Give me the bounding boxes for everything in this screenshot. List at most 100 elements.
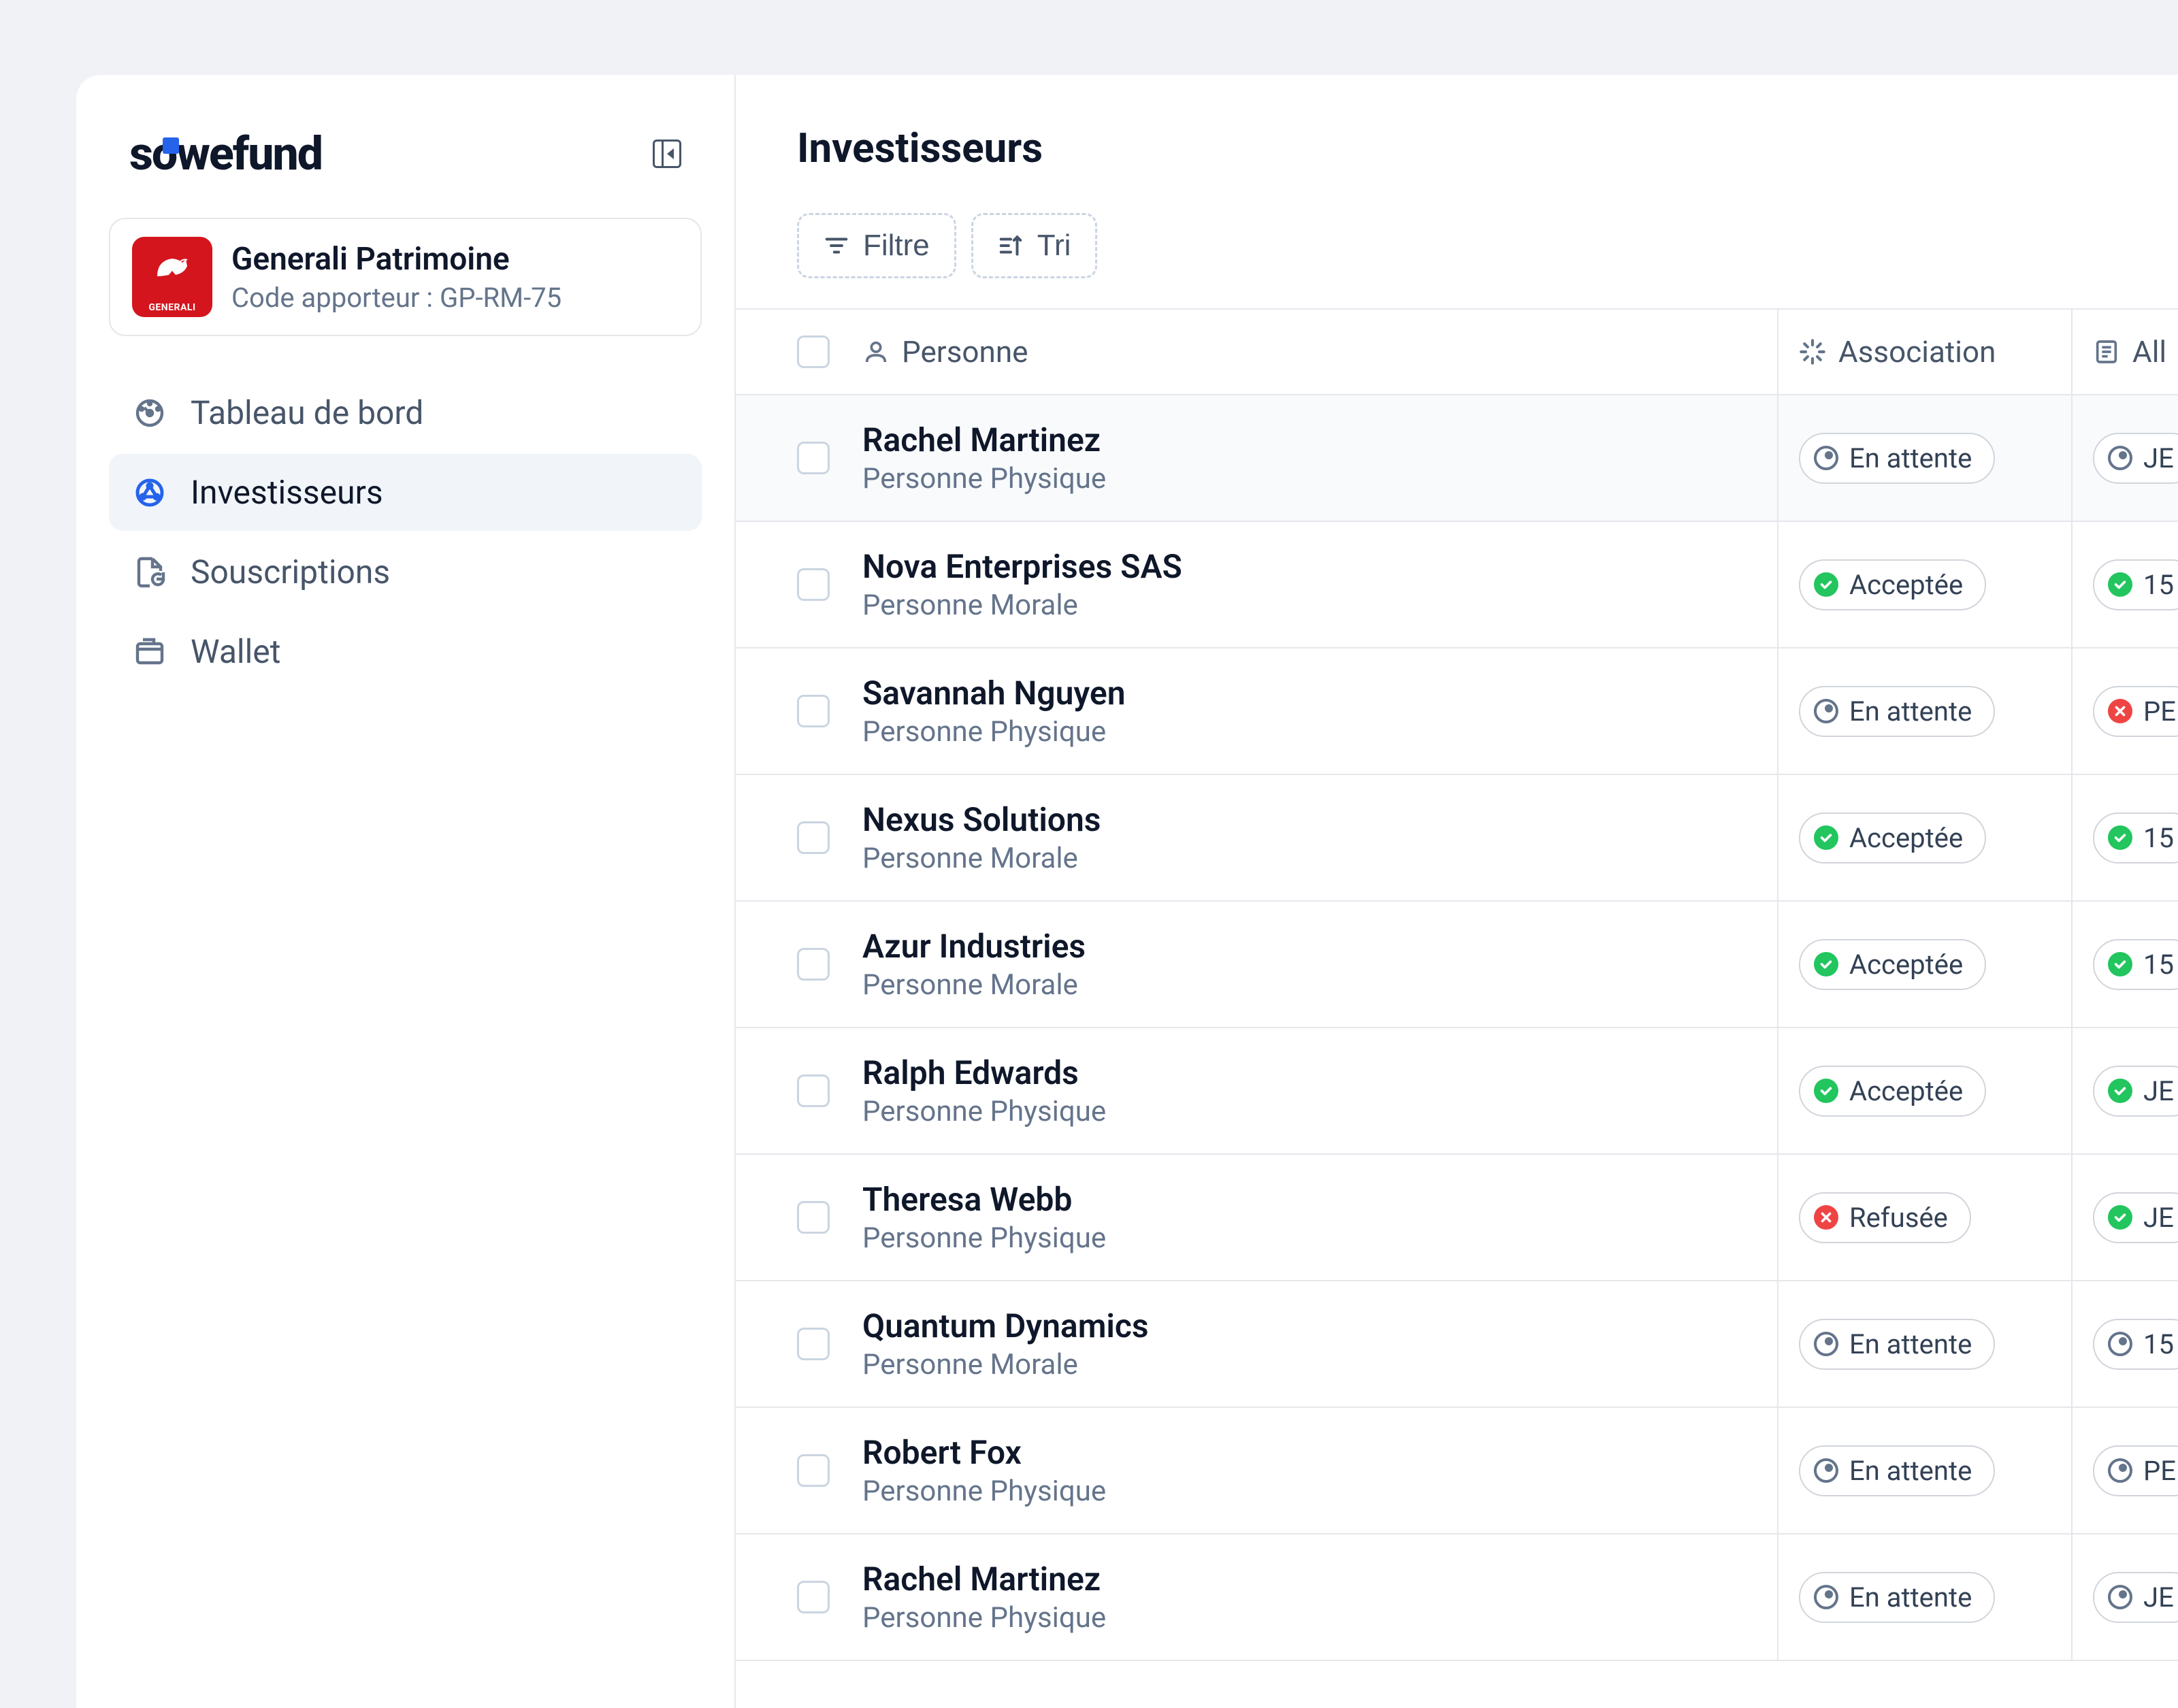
allocation-status-pill: JE bbox=[2093, 1066, 2178, 1117]
row-checkbox[interactable] bbox=[797, 442, 830, 474]
sidebar-item-label: Souscriptions bbox=[191, 553, 390, 591]
table-row[interactable]: Azur Industries Personne Morale Acceptée… bbox=[736, 902, 2178, 1028]
check-circle-icon bbox=[2108, 952, 2132, 976]
row-checkbox[interactable] bbox=[797, 948, 830, 981]
collapse-sidebar-icon[interactable] bbox=[653, 139, 681, 168]
allocation-label: 15 bbox=[2143, 569, 2174, 601]
table-row[interactable]: Savannah Nguyen Personne Physique En att… bbox=[736, 648, 2178, 775]
gauge-icon bbox=[133, 397, 166, 429]
person-type: Personne Physique bbox=[862, 1221, 1106, 1255]
association-status-label: Acceptée bbox=[1849, 1075, 1963, 1107]
network-icon bbox=[133, 476, 166, 509]
person-type: Personne Physique bbox=[862, 1475, 1106, 1508]
check-circle-icon bbox=[2108, 825, 2132, 850]
filter-icon bbox=[824, 233, 849, 259]
allocation-status-pill: PE bbox=[2093, 1445, 2178, 1496]
allocation-status-pill: 15 bbox=[2093, 939, 2178, 990]
app-logo[interactable]: sowefund bbox=[129, 127, 322, 181]
row-checkbox[interactable] bbox=[797, 1581, 830, 1613]
sidebar-item-investisseurs[interactable]: Investisseurs bbox=[109, 454, 702, 531]
person-type: Personne Morale bbox=[862, 1348, 1149, 1381]
row-checkbox[interactable] bbox=[797, 1201, 830, 1234]
person-type: Personne Physique bbox=[862, 715, 1126, 749]
association-status-pill: En attente bbox=[1799, 433, 1995, 484]
person-name: Nova Enterprises SAS bbox=[862, 547, 1182, 586]
association-status-label: Acceptée bbox=[1849, 569, 1963, 601]
org-logo-text: GENERALI bbox=[148, 302, 195, 313]
association-icon bbox=[1799, 338, 1826, 365]
person-icon bbox=[862, 338, 890, 365]
select-all-checkbox[interactable] bbox=[797, 335, 830, 368]
sidebar: sowefund GENERALI Generali Patrimoine bbox=[76, 75, 736, 1708]
association-status-label: En attente bbox=[1849, 1455, 1972, 1487]
person-type: Personne Physique bbox=[862, 1601, 1106, 1635]
wallet-icon bbox=[133, 636, 166, 668]
sidebar-item-label: Wallet bbox=[191, 632, 280, 671]
row-checkbox[interactable] bbox=[797, 821, 830, 854]
sidebar-item-label: Investisseurs bbox=[191, 473, 383, 512]
col-person-label: Personne bbox=[902, 334, 1028, 369]
org-name: Generali Patrimoine bbox=[231, 241, 562, 278]
allocation-status-pill: 15 bbox=[2093, 812, 2178, 864]
table-row[interactable]: Robert Fox Personne Physique En attente … bbox=[736, 1408, 2178, 1534]
association-status-label: Refusée bbox=[1849, 1202, 1948, 1234]
person-type: Personne Physique bbox=[862, 1095, 1106, 1128]
table-row[interactable]: Nova Enterprises SAS Personne Morale Acc… bbox=[736, 522, 2178, 648]
sort-label: Tri bbox=[1037, 229, 1071, 263]
org-logo: GENERALI bbox=[132, 237, 212, 317]
toolbar: Filtre Tri bbox=[736, 213, 2178, 310]
sidebar-item-souscriptions[interactable]: Souscriptions bbox=[109, 533, 702, 610]
pending-icon bbox=[1814, 1332, 1838, 1356]
table-row[interactable]: Nexus Solutions Personne Morale Acceptée… bbox=[736, 775, 2178, 902]
org-code: Code apporteur : GP-RM-75 bbox=[231, 282, 562, 314]
allocation-label: 15 bbox=[2143, 1328, 2174, 1360]
main-content: Investisseurs Filtre bbox=[736, 75, 2178, 1708]
allocation-icon bbox=[2093, 338, 2120, 365]
person-name: Azur Industries bbox=[862, 927, 1086, 966]
person-type: Personne Morale bbox=[862, 842, 1101, 875]
association-status-pill: Acceptée bbox=[1799, 1066, 1986, 1117]
pending-icon bbox=[2108, 1458, 2132, 1483]
pending-icon bbox=[2108, 1332, 2132, 1356]
table-row[interactable]: Theresa Webb Personne Physique Refusée J… bbox=[736, 1155, 2178, 1281]
allocation-label: JE bbox=[2143, 442, 2174, 474]
sidebar-item-wallet[interactable]: Wallet bbox=[109, 613, 702, 690]
col-association-label: Association bbox=[1838, 334, 1996, 369]
row-checkbox[interactable] bbox=[797, 1328, 830, 1360]
pending-icon bbox=[1814, 1458, 1838, 1483]
x-circle-icon bbox=[2108, 699, 2132, 723]
org-card[interactable]: GENERALI Generali Patrimoine Code apport… bbox=[109, 218, 702, 336]
association-status-label: Acceptée bbox=[1849, 822, 1963, 854]
pending-icon bbox=[1814, 699, 1838, 723]
sidebar-header: sowefund bbox=[109, 127, 702, 181]
check-circle-icon bbox=[2108, 1079, 2132, 1103]
table-row[interactable]: Rachel Martinez Personne Physique En att… bbox=[736, 395, 2178, 522]
person-name: Robert Fox bbox=[862, 1433, 1106, 1472]
table-row[interactable]: Rachel Martinez Personne Physique En att… bbox=[736, 1534, 2178, 1661]
allocation-label: JE bbox=[2143, 1581, 2174, 1613]
check-circle-icon bbox=[1814, 572, 1838, 597]
association-status-pill: En attente bbox=[1799, 1572, 1995, 1623]
filter-label: Filtre bbox=[863, 229, 930, 263]
row-checkbox[interactable] bbox=[797, 1454, 830, 1487]
sort-icon bbox=[998, 233, 1024, 259]
sort-button[interactable]: Tri bbox=[971, 213, 1098, 278]
association-status-pill: Refusée bbox=[1799, 1192, 1971, 1243]
table-row[interactable]: Quantum Dynamics Personne Morale En atte… bbox=[736, 1281, 2178, 1408]
row-checkbox[interactable] bbox=[797, 1074, 830, 1107]
person-type: Personne Physique bbox=[862, 462, 1106, 495]
allocation-label: PE bbox=[2143, 695, 2176, 727]
nav-list: Tableau de bord Investisseurs Souscripti… bbox=[109, 374, 702, 690]
x-circle-icon bbox=[1814, 1205, 1838, 1230]
table-header-row: Personne bbox=[736, 310, 2178, 395]
investors-table: Personne bbox=[736, 310, 2178, 1708]
association-status-pill: Acceptée bbox=[1799, 939, 1986, 990]
filter-button[interactable]: Filtre bbox=[797, 213, 956, 278]
table-body: Rachel Martinez Personne Physique En att… bbox=[736, 395, 2178, 1661]
pending-icon bbox=[2108, 1585, 2132, 1609]
row-checkbox[interactable] bbox=[797, 568, 830, 601]
row-checkbox[interactable] bbox=[797, 695, 830, 727]
person-name: Rachel Martinez bbox=[862, 1560, 1106, 1598]
sidebar-item-tableau-de-bord[interactable]: Tableau de bord bbox=[109, 374, 702, 451]
table-row[interactable]: Ralph Edwards Personne Physique Acceptée… bbox=[736, 1028, 2178, 1155]
